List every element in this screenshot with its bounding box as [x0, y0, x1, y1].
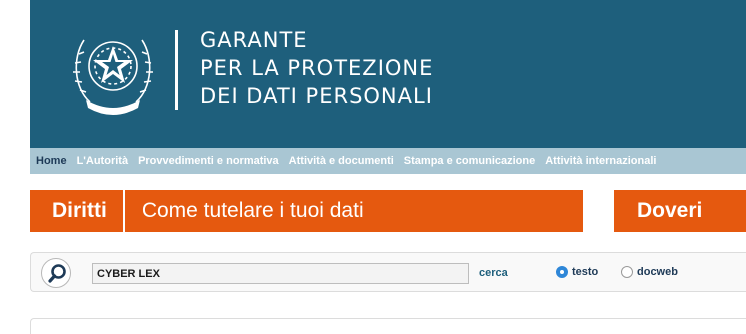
main-navigation: Home L'Autorità Provvedimenti e normativ… — [30, 148, 746, 174]
nav-item-autorita[interactable]: L'Autorità — [72, 155, 134, 167]
header-divider — [175, 30, 178, 110]
cerca-button[interactable]: cerca — [479, 267, 508, 279]
radio-testo-circle[interactable] — [556, 266, 568, 278]
doveri-banner[interactable]: Doveri — [614, 190, 746, 232]
radio-docweb-label: docweb — [637, 266, 678, 278]
diritti-subtitle: Come tutelare i tuoi dati — [141, 199, 364, 222]
nav-item-stampa[interactable]: Stampa e comunicazione — [399, 155, 540, 167]
nav-item-attivita-documenti[interactable]: Attività e documenti — [284, 155, 399, 167]
site-header: GARANTE PER LA PROTEZIONE DEI DATI PERSO… — [30, 0, 746, 148]
diritti-banner[interactable]: Diritti Come tutelare i tuoi dati — [30, 190, 583, 232]
diritti-label: Diritti — [52, 199, 107, 222]
radio-testo[interactable]: testo — [556, 266, 598, 278]
doveri-label: Doveri — [637, 199, 703, 222]
site-title-line-1: GARANTE — [200, 28, 308, 52]
republic-emblem-icon[interactable] — [70, 22, 156, 118]
site-title-line-3: DEI DATI PERSONALI — [200, 84, 433, 108]
search-button[interactable] — [41, 258, 71, 288]
nav-item-home[interactable]: Home — [30, 155, 72, 167]
radio-docweb-circle[interactable] — [621, 266, 633, 278]
search-icon — [48, 264, 66, 283]
search-input[interactable] — [92, 263, 469, 284]
search-bar: cerca testo docweb — [30, 252, 746, 292]
radio-testo-label: testo — [572, 266, 599, 278]
site-title-line-2: PER LA PROTEZIONE — [200, 56, 434, 80]
nav-item-provvedimenti[interactable]: Provvedimenti e normativa — [133, 155, 284, 167]
site-title[interactable]: GARANTE PER LA PROTEZIONE DEI DATI PERSO… — [200, 26, 433, 110]
content-panel — [30, 318, 746, 334]
radio-docweb[interactable]: docweb — [621, 266, 678, 278]
nav-item-attivita-internazionali[interactable]: Attività internazionali — [540, 155, 661, 167]
